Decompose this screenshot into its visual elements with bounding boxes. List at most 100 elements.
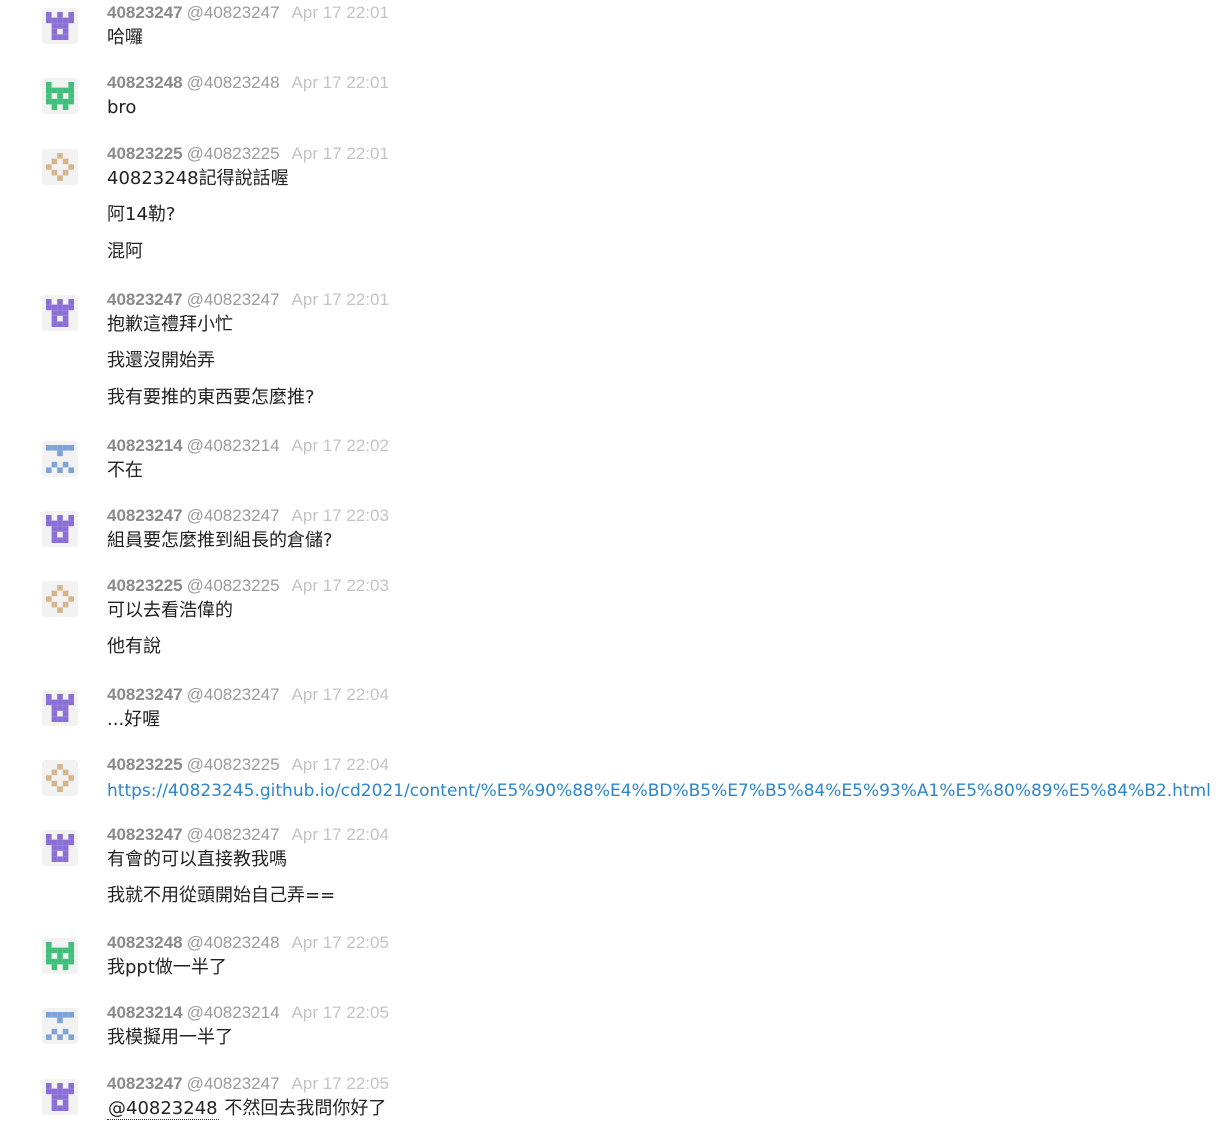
username[interactable]: 40823247: [107, 685, 183, 704]
message-header: 40823247 @40823247 Apr 17 22:04: [107, 685, 389, 705]
chat-message: 40823247 @40823247 Apr 17 22:01 抱歉這禮拜小忙 我還沒開…: [0, 290, 1228, 408]
user-mention[interactable]: @40823248: [107, 1098, 219, 1120]
invader-avatar-icon[interactable]: [42, 938, 78, 974]
chat-message: 40823247 @40823247 Apr 17 22:03 組員要怎麼推到組長的倉…: [0, 506, 1228, 551]
timestamp[interactable]: Apr 17 22:03: [292, 506, 389, 525]
pattern-avatar-icon[interactable]: [42, 441, 78, 477]
username[interactable]: 40823225: [107, 144, 183, 163]
message-header: 40823214 @40823214 Apr 17 22:05: [107, 1003, 389, 1023]
username[interactable]: 40823248: [107, 933, 183, 952]
chat-message: 40823214 @40823214 Apr 17 22:05 我模擬用一半了: [0, 1003, 1228, 1048]
chat-message: 40823247 @40823247 Apr 17 22:04 有會的可以直接教我嗎我…: [0, 825, 1228, 906]
user-handle[interactable]: @40823225: [187, 144, 280, 163]
user-handle[interactable]: @40823225: [187, 755, 280, 774]
user-handle[interactable]: @40823248: [187, 73, 280, 92]
user-handle[interactable]: @40823247: [187, 3, 280, 22]
chat-message: 40823248 @40823248 Apr 17 22:05 我ppt做一半了: [0, 933, 1228, 978]
user-handle[interactable]: @40823247: [187, 825, 280, 844]
message-text: 他有說: [107, 636, 161, 657]
diamond-avatar-icon[interactable]: [42, 149, 78, 185]
message-text: https://40823245.github.io/cd2021/conten…: [107, 780, 1211, 802]
diamond-avatar-icon[interactable]: [42, 760, 78, 796]
chat-message: 40823225 @40823225 Apr 17 22:04 https://408…: [0, 755, 1228, 801]
username[interactable]: 40823214: [107, 436, 183, 455]
message-text: 抱歉這禮拜小忙: [107, 314, 233, 335]
invader-avatar-icon[interactable]: [42, 78, 78, 114]
message-text: 40823248記得說話喔: [107, 168, 289, 189]
timestamp[interactable]: Apr 17 22:01: [292, 290, 389, 309]
chat-message: 40823247 @40823247 Apr 17 22:05 @40823248 不…: [0, 1074, 1228, 1120]
pattern-avatar-icon[interactable]: [42, 1008, 78, 1044]
castle-avatar-icon[interactable]: [42, 690, 78, 726]
username[interactable]: 40823247: [107, 825, 183, 844]
message-text: 我ppt做一半了: [107, 957, 227, 978]
message-header: 40823225 @40823225 Apr 17 22:03: [107, 576, 389, 596]
username[interactable]: 40823225: [107, 755, 183, 774]
timestamp[interactable]: Apr 17 22:05: [292, 1003, 389, 1022]
user-handle[interactable]: @40823247: [187, 1074, 280, 1093]
message-header: 40823214 @40823214 Apr 17 22:02: [107, 436, 389, 456]
user-handle[interactable]: @40823225: [187, 576, 280, 595]
message-text: 哈囉: [107, 27, 143, 48]
user-handle[interactable]: @40823214: [187, 1003, 280, 1022]
timestamp[interactable]: Apr 17 22:01: [292, 73, 389, 92]
timestamp[interactable]: Apr 17 22:04: [292, 825, 389, 844]
message-text: 可以去看浩偉的: [107, 600, 233, 621]
message-header: 40823247 @40823247 Apr 17 22:04: [107, 825, 389, 845]
chat-message: 40823214 @40823214 Apr 17 22:02 不在: [0, 436, 1228, 481]
timestamp[interactable]: Apr 17 22:04: [292, 685, 389, 704]
message-text: 組員要怎麼推到組長的倉儲?: [107, 530, 333, 551]
message-text: 不在: [107, 460, 143, 481]
timestamp[interactable]: Apr 17 22:01: [292, 144, 389, 163]
timestamp[interactable]: Apr 17 22:03: [292, 576, 389, 595]
message-text: 我有要推的東西要怎麼推?: [107, 387, 315, 408]
chat-message: 40823247 @40823247 Apr 17 22:01 哈囉: [0, 3, 1228, 48]
message-text: 我就不用從頭開始自己弄==: [107, 885, 336, 906]
message-header: 40823248 @40823248 Apr 17 22:01: [107, 73, 389, 93]
message-header: 40823247 @40823247 Apr 17 22:05: [107, 1074, 389, 1094]
message-header: 40823248 @40823248 Apr 17 22:05: [107, 933, 389, 953]
user-handle[interactable]: @40823247: [187, 290, 280, 309]
timestamp[interactable]: Apr 17 22:02: [292, 436, 389, 455]
castle-avatar-icon[interactable]: [42, 295, 78, 331]
chat-message: 40823225 @40823225 Apr 17 22:01 40823248記得說…: [0, 144, 1228, 262]
username[interactable]: 40823247: [107, 3, 183, 22]
timestamp[interactable]: Apr 17 22:05: [292, 1074, 389, 1093]
message-header: 40823225 @40823225 Apr 17 22:01: [107, 144, 389, 164]
chat-message: 40823248 @40823248 Apr 17 22:01 bro: [0, 73, 1228, 118]
diamond-avatar-icon[interactable]: [42, 581, 78, 617]
message-header: 40823247 @40823247 Apr 17 22:01: [107, 3, 389, 23]
message-text: 有會的可以直接教我嗎: [107, 849, 287, 870]
message-header: 40823247 @40823247 Apr 17 22:03: [107, 506, 389, 526]
message-header: 40823225 @40823225 Apr 17 22:04: [107, 755, 389, 775]
message-text: 混阿: [107, 241, 143, 262]
message-header: 40823247 @40823247 Apr 17 22:01: [107, 290, 389, 310]
username[interactable]: 40823225: [107, 576, 183, 595]
message-text-rest: 不然回去我問你好了: [218, 1098, 387, 1119]
user-handle[interactable]: @40823214: [187, 436, 280, 455]
message-text: 阿14勒?: [107, 204, 176, 225]
username[interactable]: 40823247: [107, 1074, 183, 1093]
castle-avatar-icon[interactable]: [42, 1079, 78, 1115]
username[interactable]: 40823248: [107, 73, 183, 92]
message-link[interactable]: https://40823245.github.io/cd2021/conten…: [107, 781, 1211, 801]
message-text: @40823248 不然回去我問你好了: [107, 1098, 386, 1120]
timestamp[interactable]: Apr 17 22:04: [292, 755, 389, 774]
message-text: 我模擬用一半了: [107, 1027, 233, 1048]
castle-avatar-icon[interactable]: [42, 511, 78, 547]
timestamp[interactable]: Apr 17 22:01: [292, 3, 389, 22]
castle-avatar-icon[interactable]: [42, 830, 78, 866]
message-text: bro: [107, 97, 137, 118]
message-text: ...好喔: [107, 709, 161, 730]
chat-message: 40823225 @40823225 Apr 17 22:03 可以去看浩偉的 他有說: [0, 576, 1228, 657]
user-handle[interactable]: @40823248: [187, 933, 280, 952]
message-text: 我還沒開始弄: [107, 350, 215, 371]
chat-message: 40823247 @40823247 Apr 17 22:04 ...好喔: [0, 685, 1228, 730]
user-handle[interactable]: @40823247: [187, 685, 280, 704]
username[interactable]: 40823247: [107, 506, 183, 525]
castle-avatar-icon[interactable]: [42, 8, 78, 44]
username[interactable]: 40823247: [107, 290, 183, 309]
timestamp[interactable]: Apr 17 22:05: [292, 933, 389, 952]
user-handle[interactable]: @40823247: [187, 506, 280, 525]
username[interactable]: 40823214: [107, 1003, 183, 1022]
